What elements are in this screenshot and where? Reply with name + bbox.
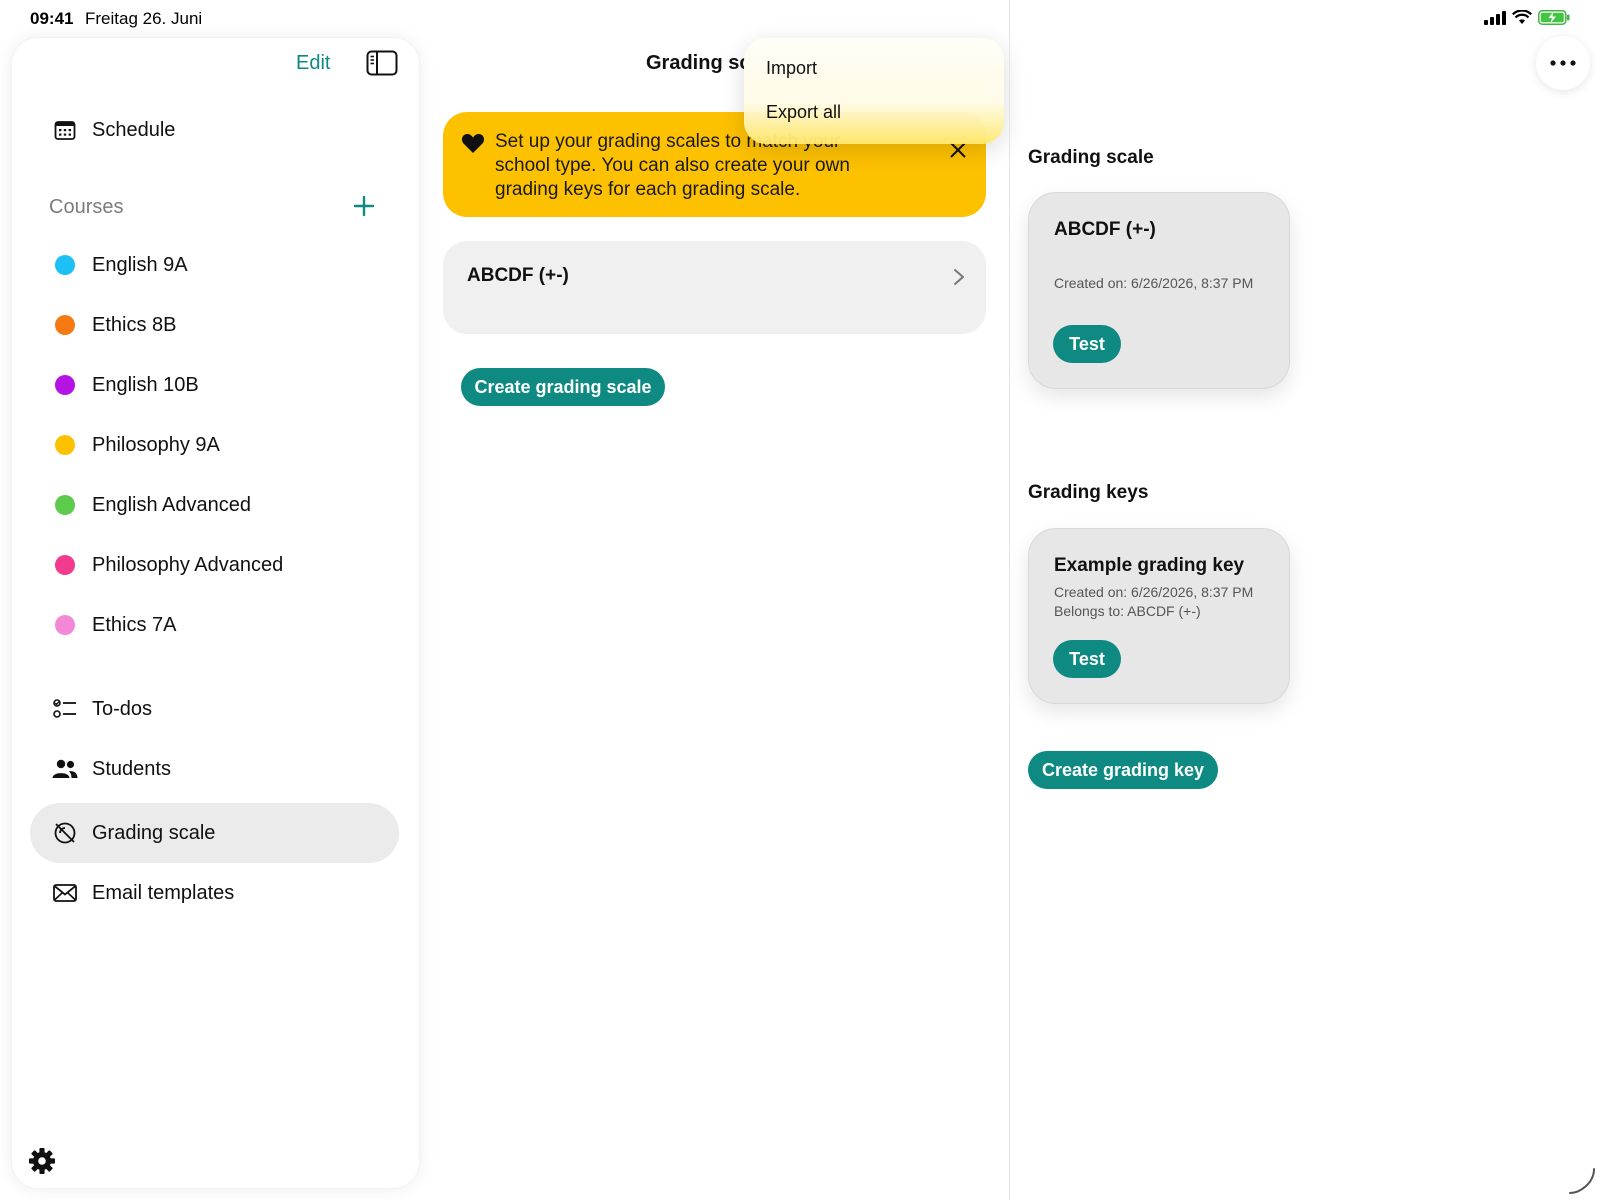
panel-divider [1009, 0, 1010, 1200]
course-color-dot [55, 255, 75, 275]
status-date: Freitag 26. Juni [85, 9, 203, 28]
ellipsis-icon [1550, 60, 1576, 66]
grading-scale-name: ABCDF (+-) [467, 265, 569, 286]
more-options-menu: Import Export all [744, 38, 1004, 144]
card-belongs-to: Belongs to: ABCDF (+-) [1054, 603, 1201, 619]
course-color-dot [55, 375, 75, 395]
sidebar-item-todos[interactable]: To-dos [52, 692, 152, 726]
course-color-dot [55, 315, 75, 335]
sidebar-course-philosophy-9a[interactable]: Philosophy 9A [52, 428, 220, 462]
sidebar-course-english-10b[interactable]: English 10B [52, 368, 199, 402]
status-time: 09:41 [30, 9, 74, 28]
calendar-icon [52, 117, 78, 143]
sidebar-item-email-templates[interactable]: Email templates [52, 876, 234, 910]
course-color-dot [55, 495, 75, 515]
sidebar-item-label: Students [92, 757, 171, 780]
sidebar-item-grading-scale[interactable]: Grading scale [52, 816, 215, 850]
sidebar-course-english-advanced[interactable]: English Advanced [52, 488, 251, 522]
menu-item-export-all[interactable]: Export all [766, 102, 841, 123]
course-label: Ethics 8B [92, 313, 177, 336]
create-grading-scale-button[interactable]: Create grading scale [461, 368, 665, 406]
sidebar-toggle-icon[interactable] [366, 50, 398, 76]
edit-button[interactable]: Edit [296, 52, 330, 75]
course-color-dot [55, 555, 75, 575]
page-title: Grading scale [646, 52, 746, 74]
resize-corner-icon[interactable] [1566, 1165, 1598, 1197]
sidebar-item-students[interactable]: Students [52, 752, 171, 786]
create-grading-key-button[interactable]: Create grading key [1028, 751, 1218, 789]
course-label: English 9A [92, 253, 188, 276]
test-scale-button[interactable]: Test [1053, 325, 1121, 363]
card-title: Example grading key [1054, 555, 1245, 576]
grading-scale-card[interactable]: ABCDF (+-) Created on: 6/26/2026, 8:37 P… [1028, 192, 1290, 389]
sidebar-course-philosophy-advanced[interactable]: Philosophy Advanced [52, 548, 283, 582]
sidebar-item-label: To-dos [92, 697, 153, 720]
sidebar-item-label: Schedule [92, 118, 176, 141]
sidebar-course-ethics-7a[interactable]: Ethics 7A [52, 608, 176, 642]
sidebar-course-english-9a[interactable]: English 9A [52, 248, 188, 282]
wifi-icon [1512, 10, 1532, 24]
course-label: Ethics 7A [92, 613, 177, 636]
envelope-icon [52, 880, 78, 906]
grading-key-card[interactable]: Example grading key Created on: 6/26/202… [1028, 528, 1290, 704]
course-label: Philosophy 9A [92, 433, 220, 456]
students-icon [52, 756, 78, 782]
test-key-button[interactable]: Test [1053, 640, 1121, 678]
grading-scale-icon [52, 820, 78, 846]
gear-icon[interactable] [27, 1146, 57, 1176]
card-title: ABCDF (+-) [1054, 219, 1156, 240]
grading-scale-heading: Grading scale [1028, 147, 1154, 168]
course-label: Philosophy Advanced [92, 553, 284, 576]
sidebar-course-ethics-8b[interactable]: Ethics 8B [52, 308, 176, 342]
battery-charging-icon [1538, 10, 1570, 25]
sidebar: Edit Schedule Courses English 9A Ethics … [12, 38, 419, 1188]
heart-icon [461, 134, 485, 153]
status-icons [1484, 10, 1570, 25]
card-created-date: Created on: 6/26/2026, 8:37 PM [1054, 275, 1254, 291]
card-created-date: Created on: 6/26/2026, 8:37 PM [1054, 584, 1254, 600]
status-bar: 09:41 Freitag 26. Juni [0, 0, 1600, 38]
sidebar-item-label: Email templates [92, 881, 235, 904]
more-options-button[interactable] [1536, 36, 1590, 90]
course-label: English 10B [92, 373, 199, 396]
sidebar-item-label: Grading scale [92, 821, 216, 844]
course-color-dot [55, 615, 75, 635]
menu-item-import[interactable]: Import [766, 58, 817, 79]
sidebar-item-schedule[interactable]: Schedule [52, 113, 175, 147]
course-label: English Advanced [92, 493, 252, 516]
grading-scale-list-item[interactable]: ABCDF (+-) [443, 241, 986, 334]
courses-section-label: Courses [49, 196, 124, 218]
add-course-icon[interactable] [351, 193, 377, 219]
grading-keys-heading: Grading keys [1028, 482, 1149, 503]
todos-icon [52, 696, 78, 722]
course-color-dot [55, 435, 75, 455]
chevron-right-icon [954, 269, 964, 285]
signal-icon [1484, 10, 1506, 25]
